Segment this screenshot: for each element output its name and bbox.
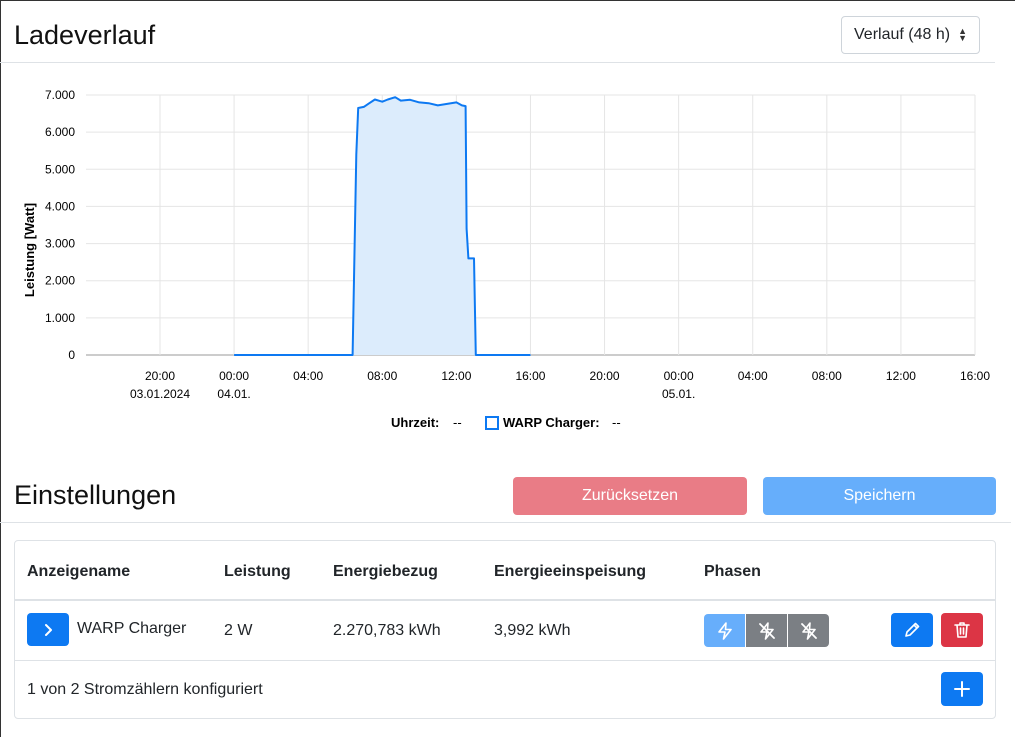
phase-l3 (788, 614, 829, 647)
power-chart[interactable]: 7.000 6.000 5.000 4.000 3.000 2.000 1.000 0 20:… (0, 70, 1000, 440)
y-tick-label: 1.000 (45, 311, 75, 325)
reset-button[interactable]: Zurücksetzen (513, 477, 747, 515)
page-title: Ladeverlauf (14, 20, 156, 50)
lightning-off-icon (800, 621, 817, 640)
legend-time-label: Uhrzeit: (391, 415, 439, 430)
series-area-fill (234, 97, 531, 355)
y-tick-label: 3.000 (45, 237, 75, 251)
trash-icon (954, 622, 970, 638)
x-tick-label: 20:00 (590, 369, 620, 383)
x-tick-label: 12:00 (441, 369, 471, 383)
time-range-select[interactable]: Verlauf (48 h) ▲ ▼ (841, 16, 980, 54)
column-header-power: Leistung (224, 563, 291, 580)
edit-meter-button[interactable] (891, 613, 933, 647)
y-tick-label: 6.000 (45, 125, 75, 139)
chart-legend: Uhrzeit: -- WARP Charger: -- (391, 415, 621, 430)
y-axis-ticks: 7.000 6.000 5.000 4.000 3.000 2.000 1.000 0 (45, 88, 75, 362)
plus-icon (954, 681, 970, 697)
divider (0, 522, 1011, 523)
x-tick-label: 04:00 (293, 369, 323, 383)
meter-energy-import: 2.270,783 kWh (333, 622, 441, 639)
save-button[interactable]: Speichern (763, 477, 996, 515)
legend-series-swatch (485, 416, 499, 430)
table-footer-text: 1 von 2 Stromzählern konfiguriert (27, 681, 263, 698)
meter-table: Anzeigename Leistung Energiebezug Energi… (14, 540, 996, 719)
meter-power: 2 W (224, 622, 253, 639)
add-meter-button[interactable] (941, 672, 983, 706)
x-tick-date-label: 05.01. (662, 387, 695, 401)
column-header-export: Energieeinspeisung (494, 563, 647, 580)
column-header-phases: Phasen (704, 563, 761, 580)
x-tick-label: 12:00 (886, 369, 916, 383)
y-tick-label: 2.000 (45, 274, 75, 288)
x-tick-label: 20:00 (145, 369, 175, 383)
phases-indicator (704, 614, 829, 647)
chart-area (234, 96, 531, 356)
x-tick-date-label: 04.01. (217, 387, 250, 401)
y-tick-label: 4.000 (45, 199, 75, 213)
y-tick-label: 7.000 (45, 88, 75, 102)
chart-grid (86, 94, 976, 356)
meter-name: WARP Charger (77, 620, 187, 637)
x-axis-ticks: 20:00 03.01.2024 00:00 04.01. 04:00 08:00 12:0… (130, 369, 990, 401)
legend-series-label: WARP Charger: (503, 415, 600, 430)
settings-title: Einstellungen (14, 480, 177, 510)
meter-energy-export: 3,992 kWh (494, 622, 571, 639)
divider (0, 62, 995, 63)
phase-l2 (746, 614, 787, 647)
lightning-icon (717, 621, 732, 640)
expand-row-button[interactable] (27, 613, 69, 646)
x-tick-date-label: 03.01.2024 (130, 387, 190, 401)
x-tick-label: 08:00 (812, 369, 842, 383)
delete-meter-button[interactable] (941, 613, 983, 647)
y-axis-label: Leistung [Watt] (22, 203, 37, 297)
x-tick-label: 08:00 (367, 369, 397, 383)
y-tick-label: 5.000 (45, 162, 75, 176)
x-tick-label: 04:00 (738, 369, 768, 383)
select-caret-icon: ▲ ▼ (958, 26, 967, 43)
x-tick-label: 16:00 (960, 369, 990, 383)
x-tick-label: 16:00 (515, 369, 545, 383)
column-header-import: Energiebezug (333, 563, 438, 580)
phase-l1 (704, 614, 745, 647)
pencil-icon (905, 622, 920, 637)
row-divider (15, 660, 995, 661)
lightning-off-icon (758, 621, 775, 640)
x-tick-label: 00:00 (664, 369, 694, 383)
time-range-value: Verlauf (48 h) (854, 26, 951, 43)
chevron-right-icon (45, 623, 52, 636)
legend-time-value: -- (453, 415, 462, 430)
legend-series-value: -- (612, 415, 621, 430)
x-tick-label: 00:00 (219, 369, 249, 383)
column-header-name: Anzeigename (27, 563, 131, 580)
y-tick-label: 0 (68, 348, 75, 362)
header-divider (15, 599, 995, 601)
